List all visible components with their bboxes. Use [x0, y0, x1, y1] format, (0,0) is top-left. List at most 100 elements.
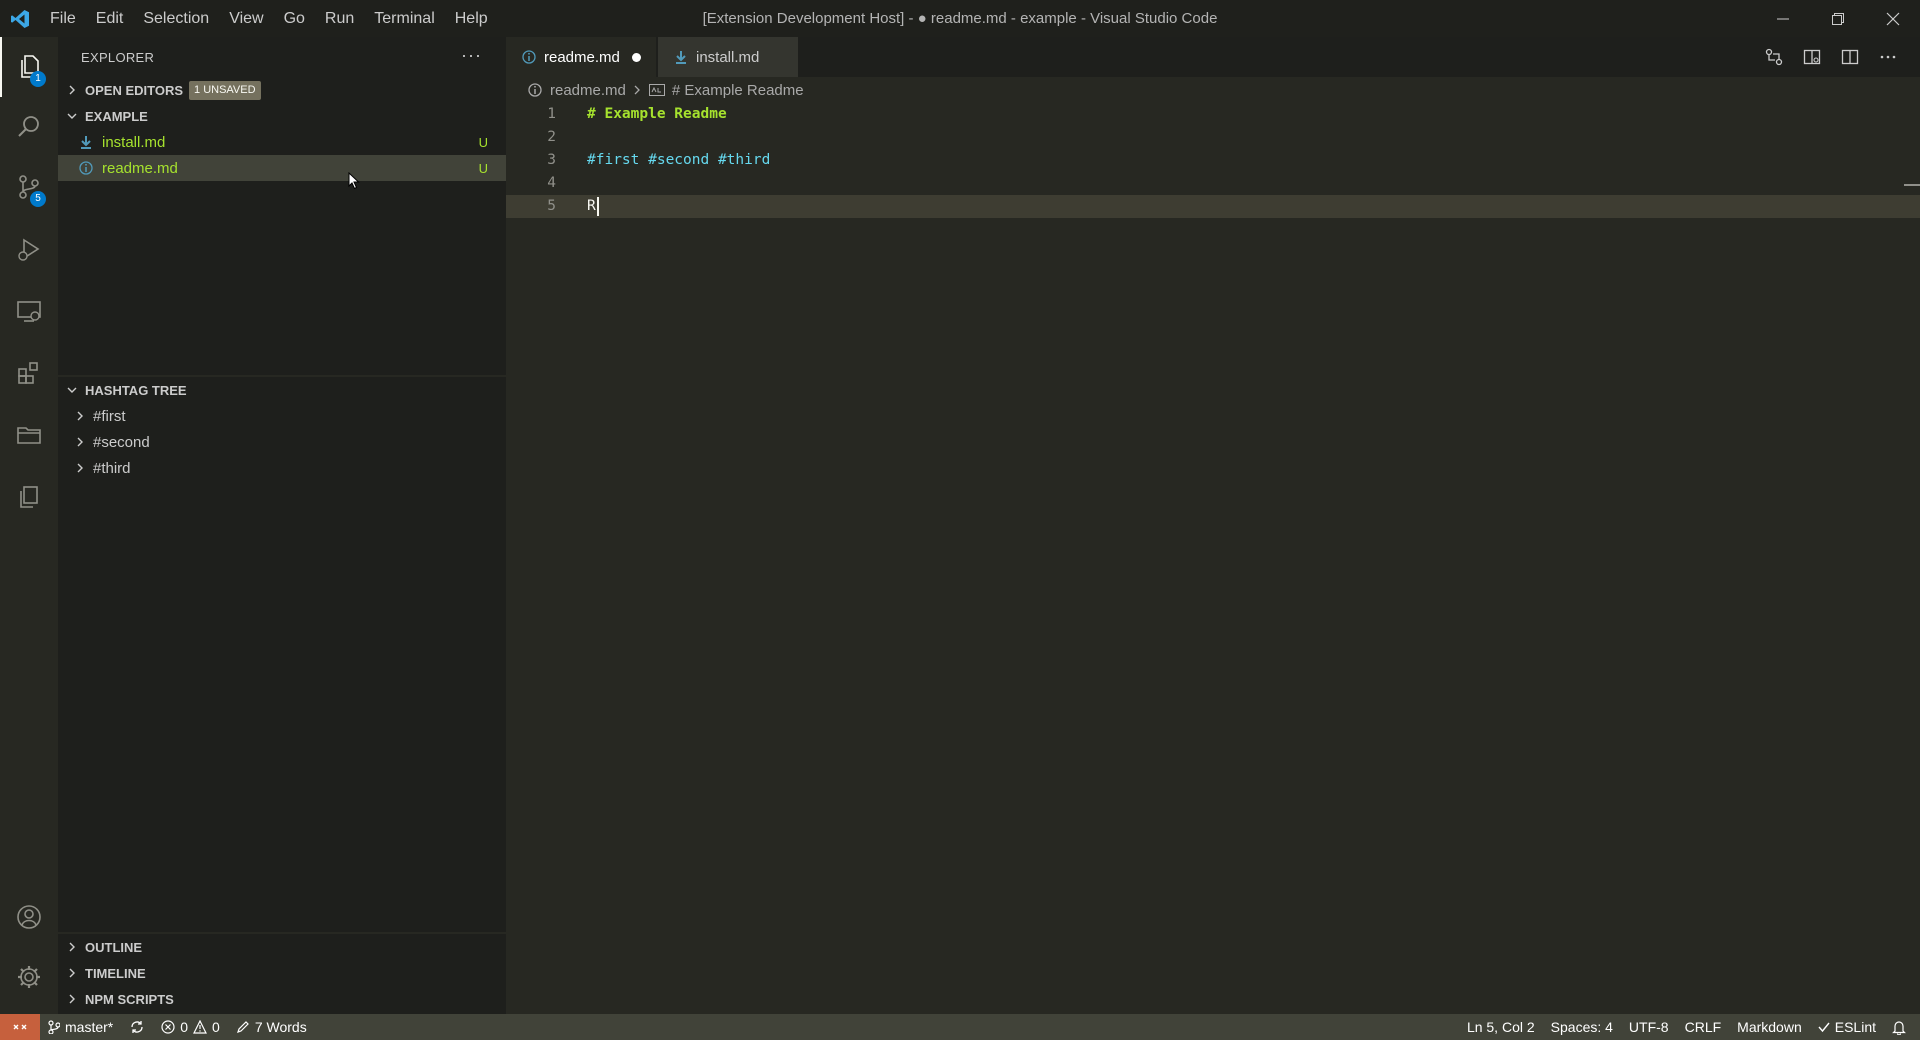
indentation: Spaces: 4: [1550, 1019, 1613, 1035]
code-line-current: 5 R: [506, 195, 1920, 218]
menu-edit[interactable]: Edit: [86, 0, 134, 37]
title-bar: File Edit Selection View Go Run Terminal…: [0, 0, 1920, 37]
branch-status[interactable]: master*: [40, 1014, 121, 1040]
notifications-button[interactable]: [1884, 1014, 1920, 1040]
hashtag-tree-header[interactable]: HASHTAG TREE: [58, 377, 506, 403]
line-number: 1: [547, 106, 556, 122]
line-text: #first #second #third: [587, 152, 771, 168]
chevron-right-icon: [72, 408, 88, 424]
more-actions-icon[interactable]: ···: [461, 45, 482, 66]
activity-copies[interactable]: [0, 467, 58, 527]
markdown-download-icon: [76, 132, 96, 152]
activity-folders[interactable]: [0, 405, 58, 465]
activity-source-control[interactable]: 5: [0, 157, 58, 217]
line-number: 2: [547, 129, 556, 145]
restore-button[interactable]: [1810, 0, 1865, 37]
vscode-window: File Edit Selection View Go Run Terminal…: [0, 0, 1920, 1040]
indentation-status[interactable]: Spaces: 4: [1543, 1014, 1621, 1040]
menu-selection[interactable]: Selection: [133, 0, 219, 37]
collapsed-sections: OUTLINE TIMELINE NPM SCRIPTS: [58, 934, 506, 1012]
minimize-icon: [1776, 18, 1789, 19]
chevron-right-icon: [72, 460, 88, 476]
section-timeline[interactable]: TIMELINE: [58, 960, 506, 986]
activity-explorer[interactable]: 1: [0, 37, 58, 97]
outline-label: OUTLINE: [85, 939, 143, 955]
status-bar-right: Ln 5, Col 2 Spaces: 4 UTF-8 CRLF Markdow…: [1459, 1014, 1920, 1040]
code-line: 3 #first #second #third: [506, 149, 1920, 172]
close-icon: [1886, 12, 1899, 25]
more-actions-button[interactable]: [1876, 45, 1900, 69]
error-count: 0: [180, 1019, 189, 1035]
section-open-editors[interactable]: OPEN EDITORS 1 UNSAVED: [58, 77, 506, 103]
open-changes-button[interactable]: [1762, 45, 1786, 69]
remote-indicator-button[interactable]: [0, 1014, 40, 1040]
split-editor-button[interactable]: [1838, 45, 1862, 69]
sync-button[interactable]: [121, 1014, 153, 1040]
hashtag-item-first[interactable]: #first: [58, 403, 506, 429]
mouse-pointer-icon: [348, 171, 360, 195]
info-icon: [76, 158, 96, 178]
file-item-readme[interactable]: readme.md U: [58, 155, 506, 181]
word-count-status[interactable]: 7 Words: [228, 1014, 315, 1040]
menu-run[interactable]: Run: [315, 0, 364, 37]
eslint-status[interactable]: ESLint: [1810, 1014, 1884, 1040]
branch-name: master*: [65, 1019, 114, 1035]
chevron-down-icon: [64, 382, 80, 398]
section-hashtag-tree: HASHTAG TREE #first #second #third: [58, 377, 506, 481]
code-line: 2: [506, 126, 1920, 149]
eol-status[interactable]: CRLF: [1677, 1014, 1730, 1040]
copy-files-icon: [20, 486, 38, 508]
line-text: R: [587, 198, 596, 214]
line-number: 3: [547, 152, 556, 168]
activity-bar: 1 5: [0, 37, 58, 1014]
menu-view[interactable]: View: [219, 0, 273, 37]
remote-explorer-icon: [17, 301, 41, 322]
activity-manage[interactable]: [0, 947, 58, 1007]
code-line: 4: [506, 172, 1920, 195]
activity-run-debug[interactable]: [0, 219, 58, 279]
pencil-icon: [236, 1021, 249, 1033]
activity-search[interactable]: [0, 97, 58, 157]
account-icon: [17, 905, 41, 929]
section-npm-scripts[interactable]: NPM SCRIPTS: [58, 986, 506, 1012]
gear-icon: [18, 966, 40, 988]
menu-terminal[interactable]: Terminal: [364, 0, 444, 37]
menu-go[interactable]: Go: [274, 0, 315, 37]
problems-status[interactable]: 0 0: [153, 1014, 228, 1040]
cursor-position-status[interactable]: Ln 5, Col 2: [1459, 1014, 1543, 1040]
preview-icon: [1803, 49, 1821, 65]
unsaved-dot-icon[interactable]: [631, 52, 641, 62]
breadcrumb-file[interactable]: readme.md: [550, 82, 626, 99]
hashtag-item-third[interactable]: #third: [58, 455, 506, 481]
line-number: 4: [547, 175, 556, 191]
menu-file[interactable]: File: [40, 0, 86, 37]
chevron-down-icon: [64, 108, 80, 124]
encoding-status[interactable]: UTF-8: [1621, 1014, 1677, 1040]
explorer-badge: 1: [30, 71, 46, 87]
markdown-download-icon: [672, 50, 690, 64]
activity-extensions[interactable]: [0, 343, 58, 403]
section-outline[interactable]: OUTLINE: [58, 934, 506, 960]
activity-remote-explorer[interactable]: [0, 281, 58, 341]
file-item-install[interactable]: install.md U: [58, 129, 506, 155]
minimize-button[interactable]: [1755, 0, 1810, 37]
activity-accounts[interactable]: [0, 887, 58, 947]
code-editor[interactable]: 1 # Example Readme 2 3 #first #second #t…: [506, 103, 1920, 218]
warning-count: 0: [212, 1019, 220, 1035]
remote-icon: [13, 1024, 27, 1030]
tab-readme[interactable]: readme.md: [506, 37, 656, 77]
language-mode-status[interactable]: Markdown: [1729, 1014, 1810, 1040]
tab-install[interactable]: install.md: [658, 37, 798, 77]
chevron-right-icon: [64, 991, 80, 1007]
compare-changes-icon: [1765, 48, 1783, 66]
breadcrumb-symbol[interactable]: # Example Readme: [672, 82, 804, 99]
close-window-button[interactable]: [1865, 0, 1920, 37]
chevron-right-icon: [632, 82, 642, 99]
section-folder-example[interactable]: EXAMPLE: [58, 103, 506, 129]
timeline-label: TIMELINE: [85, 965, 146, 981]
menu-help[interactable]: Help: [445, 0, 498, 37]
word-count: 7 Words: [254, 1019, 307, 1035]
open-preview-button[interactable]: [1800, 45, 1824, 69]
line-number: 5: [547, 198, 556, 214]
hashtag-item-second[interactable]: #second: [58, 429, 506, 455]
